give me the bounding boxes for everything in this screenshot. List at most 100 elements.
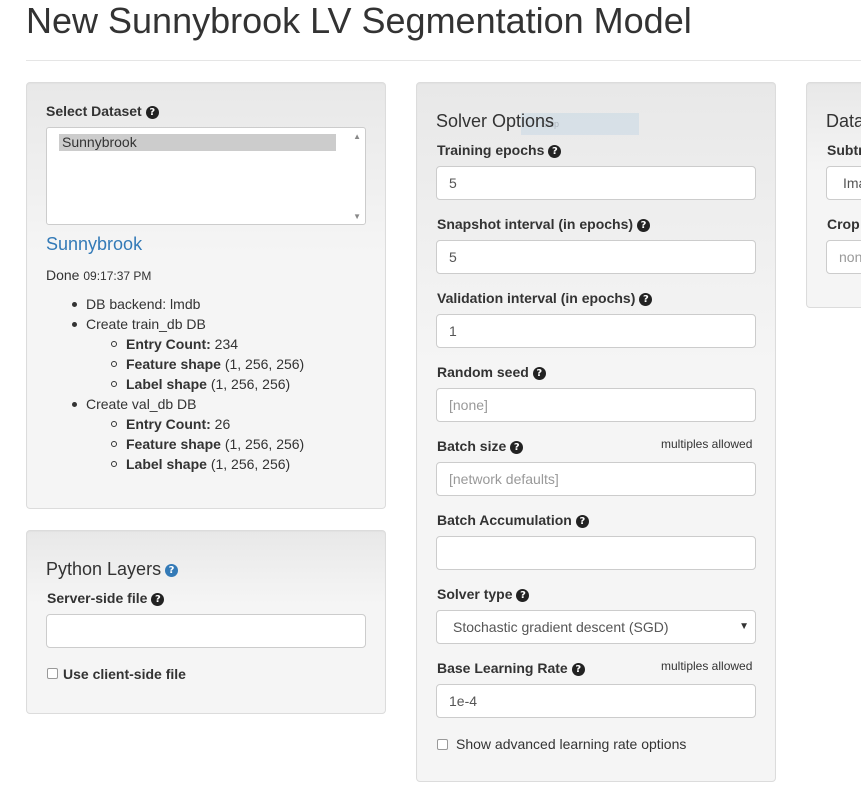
subtract-mean-select[interactable]: Ima (826, 166, 861, 200)
training-epochs-label: Training epochs? (437, 142, 562, 158)
question-circle-icon[interactable]: ? (637, 219, 651, 232)
training-epochs-label-text: Training epochs (437, 142, 545, 158)
snapshot-interval-label-text: Snapshot interval (in epochs) (437, 216, 634, 232)
train-feature-shape: Feature shape (1, 256, 256) (126, 354, 304, 374)
scroll-up-icon[interactable]: ▲ (353, 132, 361, 141)
circle-bullet-icon (111, 341, 117, 347)
val-label-shape: Label shape (1, 256, 256) (126, 454, 290, 474)
validation-interval-label-text: Validation interval (in epochs) (437, 290, 636, 306)
server-file-label: Server-side file? (47, 590, 165, 606)
batch-size-label: Batch size? (437, 438, 524, 454)
feature-shape-label: Feature shape (126, 356, 221, 372)
random-seed-label-text: Random seed (437, 364, 529, 380)
circle-bullet-icon (111, 441, 117, 447)
snapshot-interval-label: Snapshot interval (in epochs)? (437, 216, 651, 232)
entry-count-value: 26 (214, 416, 231, 432)
question-circle-icon[interactable]: ? (575, 515, 589, 528)
val-feature-shape: Feature shape (1, 256, 256) (126, 434, 304, 454)
validation-interval-label: Validation interval (in epochs)? (437, 290, 653, 306)
python-layers-title: Python Layers? (46, 559, 179, 580)
dataset-status: Done 09:17:37 PM (46, 267, 151, 283)
train-db-item: Create train_db DB (86, 316, 206, 332)
base-lr-note: multiples allowed (661, 659, 753, 673)
feature-shape-value: (1, 256, 256) (224, 436, 305, 452)
batch-accumulation-label: Batch Accumulation? (437, 512, 589, 528)
python-layers-panel: Python Layers? Server-side file? Use cli… (26, 530, 386, 714)
solver-type-value: Stochastic gradient descent (SGD) (453, 619, 669, 635)
bullet-icon (72, 402, 77, 407)
batch-accumulation-input[interactable] (436, 536, 756, 570)
crop-size-input[interactable]: non (826, 240, 861, 274)
client-file-checkbox[interactable] (47, 668, 58, 679)
data-transformations-panel: Data Subtr Ima Crop non (806, 82, 861, 308)
random-seed-input[interactable]: [none] (436, 388, 756, 422)
batch-size-label-text: Batch size (437, 438, 507, 454)
caret-down-icon: ▼ (739, 621, 749, 632)
circle-bullet-icon (111, 461, 117, 467)
entry-count-label: Entry Count: (126, 336, 211, 352)
train-label-shape: Label shape (1, 256, 256) (126, 374, 290, 394)
select-dataset-label: Select Dataset? (46, 103, 159, 119)
solver-options-panel: Snip Solver Options Training epochs? 5 S… (416, 82, 776, 782)
batch-accumulation-label-text: Batch Accumulation (437, 512, 572, 528)
question-circle-icon[interactable]: ? (532, 367, 546, 380)
db-backend-item: DB backend: lmdb (86, 296, 201, 312)
server-file-input[interactable] (46, 614, 366, 648)
label-shape-label: Label shape (126, 376, 207, 392)
question-circle-icon[interactable]: ? (639, 293, 653, 306)
title-divider (26, 60, 861, 61)
label-shape-value: (1, 256, 256) (210, 456, 291, 472)
entry-count-value: 234 (214, 336, 239, 352)
circle-bullet-icon (111, 421, 117, 427)
val-entry-count: Entry Count: 26 (126, 414, 230, 434)
label-shape-label: Label shape (126, 456, 207, 472)
crop-size-label: Crop (827, 216, 860, 232)
question-circle-icon[interactable]: ? (571, 663, 585, 676)
dataset-panel: Select Dataset? Sunnybrook ▲ ▼ Sunnybroo… (26, 82, 386, 509)
dataset-listbox[interactable]: Sunnybrook ▲ ▼ (46, 127, 366, 225)
question-circle-icon[interactable]: ? (548, 145, 562, 158)
subtract-mean-label: Subtr (827, 142, 861, 158)
advanced-lr-label: Show advanced learning rate options (456, 736, 687, 752)
feature-shape-label: Feature shape (126, 436, 221, 452)
status-time: 09:17:37 PM (83, 269, 152, 283)
solver-type-label-text: Solver type (437, 586, 513, 602)
page-title: New Sunnybrook LV Segmentation Model (26, 0, 692, 41)
status-text: Done (46, 267, 80, 283)
question-circle-icon[interactable]: ? (516, 589, 530, 602)
batch-size-note: multiples allowed (661, 437, 753, 451)
feature-shape-value: (1, 256, 256) (224, 356, 305, 372)
base-lr-label-text: Base Learning Rate (437, 660, 568, 676)
training-epochs-input[interactable]: 5 (436, 166, 756, 200)
data-panel-title: Data (826, 111, 861, 131)
bullet-icon (72, 302, 77, 307)
snapshot-interval-input[interactable]: 5 (436, 240, 756, 274)
random-seed-label: Random seed? (437, 364, 546, 380)
entry-count-label: Entry Count: (126, 416, 211, 432)
python-layers-title-text: Python Layers (46, 559, 162, 579)
circle-bullet-icon (111, 361, 117, 367)
dataset-option[interactable]: Sunnybrook (59, 134, 336, 151)
validation-interval-input[interactable]: 1 (436, 314, 756, 348)
question-circle-icon[interactable]: ? (165, 564, 179, 577)
question-circle-icon[interactable]: ? (151, 593, 165, 606)
train-entry-count: Entry Count: 234 (126, 334, 238, 354)
circle-bullet-icon (111, 381, 117, 387)
client-file-label: Use client-side file (63, 666, 186, 682)
question-circle-icon[interactable]: ? (145, 106, 159, 119)
solver-options-title: Solver Options (436, 111, 555, 131)
dataset-link[interactable]: Sunnybrook (46, 234, 142, 255)
label-shape-value: (1, 256, 256) (210, 376, 291, 392)
advanced-lr-checkbox[interactable] (437, 739, 448, 750)
question-circle-icon[interactable]: ? (510, 441, 524, 454)
base-lr-label: Base Learning Rate? (437, 660, 585, 676)
select-dataset-text: Select Dataset (46, 103, 142, 119)
solver-type-label: Solver type? (437, 586, 530, 602)
bullet-icon (72, 322, 77, 327)
solver-type-select[interactable]: Stochastic gradient descent (SGD) ▼ (436, 610, 756, 644)
val-db-item: Create val_db DB (86, 396, 197, 412)
server-file-label-text: Server-side file (47, 590, 148, 606)
scroll-down-icon[interactable]: ▼ (353, 212, 361, 221)
base-lr-input[interactable]: 1e-4 (436, 684, 756, 718)
batch-size-input[interactable]: [network defaults] (436, 462, 756, 496)
